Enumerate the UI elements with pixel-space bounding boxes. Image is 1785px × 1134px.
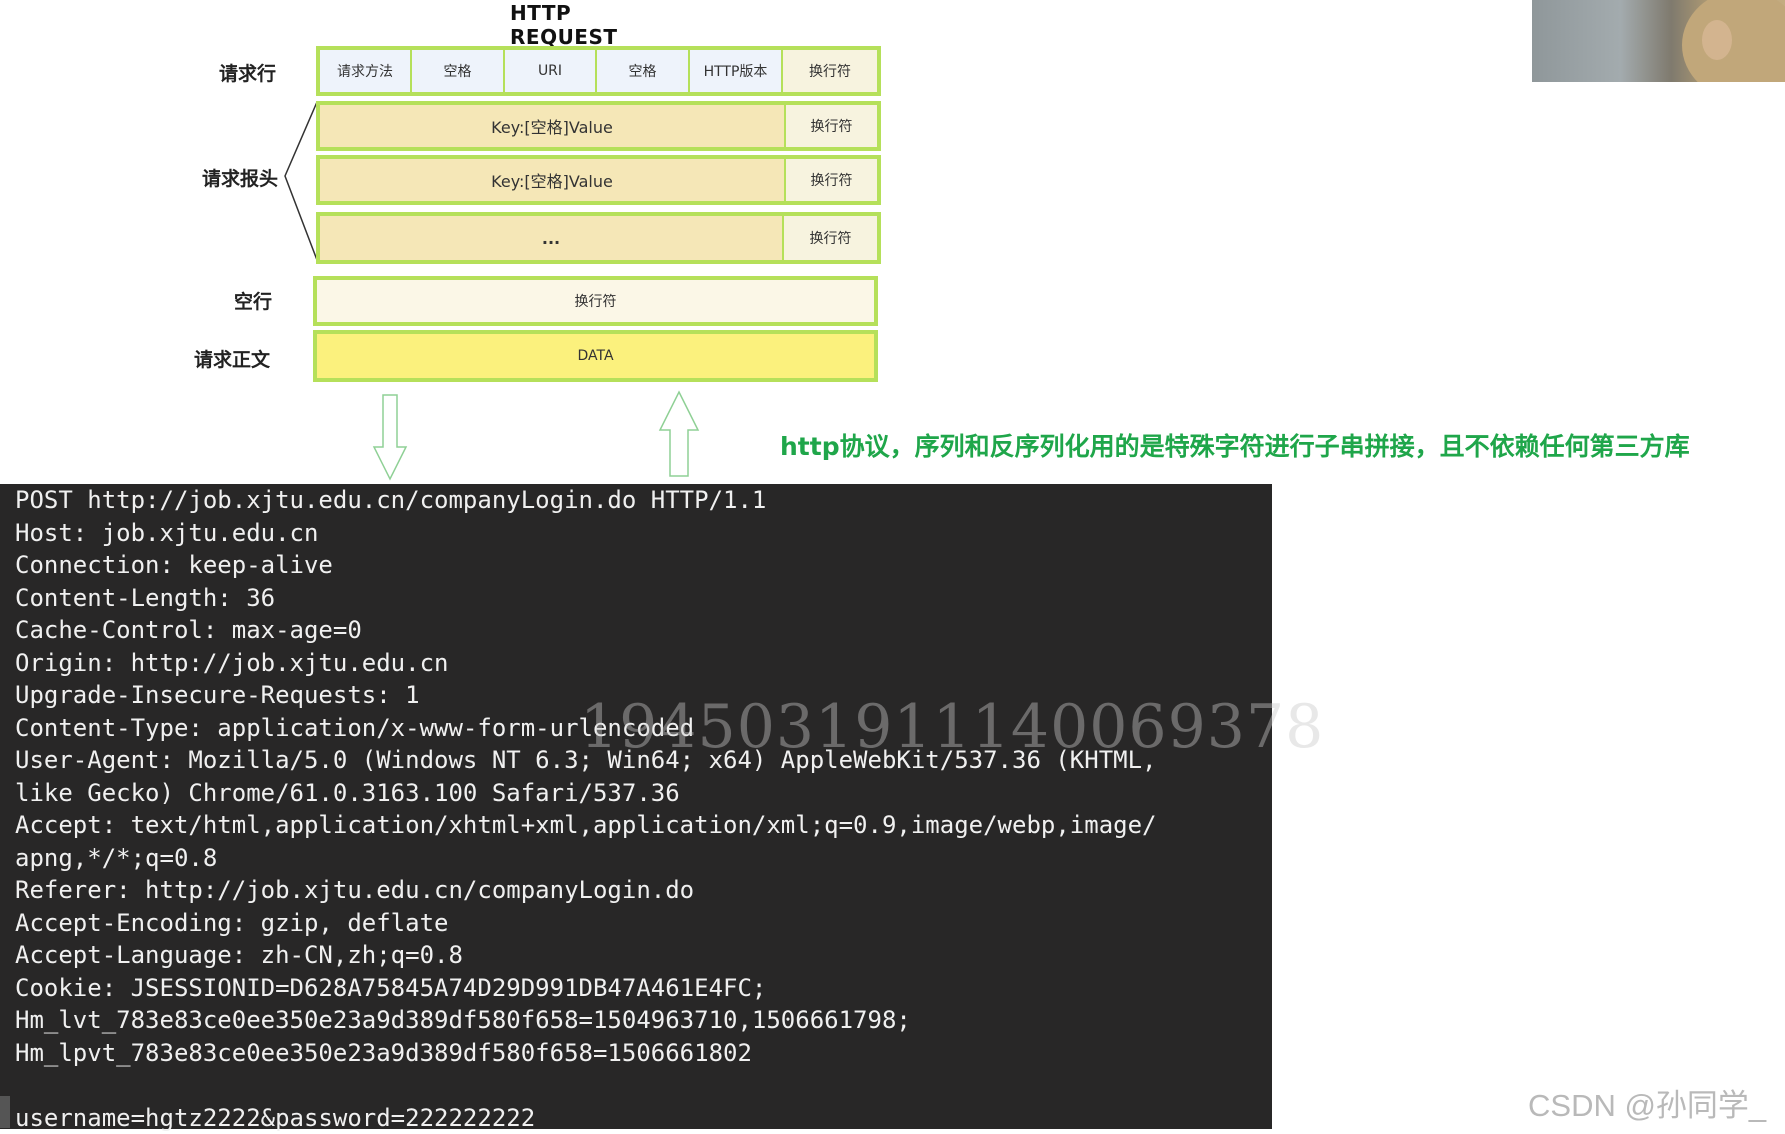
overlay-number-watermark: 19450319111400693​78 [580,692,1325,762]
header-key-value: Key:[空格]Value [320,159,784,201]
terminal-line: apng,*/*;q=0.8 [15,843,218,872]
cell-space-2: 空格 [597,50,688,92]
terminal-line: Accept-Language: zh-CN,zh;q=0.8 [15,941,463,969]
headers-bracket [284,101,318,261]
diagram-title: HTTP REQUEST [510,1,618,49]
label-request-headers: 请求报头 [201,167,278,190]
terminal-line: Cookie: JSESSIONID=D628A75845A74D29D991D… [15,973,767,1002]
blank-line-cell: 换行符 [317,280,874,322]
cell-space-1: 空格 [412,50,503,92]
terminal-line: POST http://job.xjtu.edu.cn/companyLogin… [15,486,767,514]
header-row-2: Key:[空格]Value 换行符 [316,155,881,205]
terminal-line: Hm_lpvt_783e83ce0ee350e23a9d389df580f658… [15,1038,752,1067]
terminal-line: Accept: text/html,application/xhtml+xml,… [15,811,1157,839]
webcam-thumbnail [1532,0,1785,82]
header-line-break: 换行符 [786,105,877,147]
terminal-line: like Gecko) Chrome/61.0.3163.100 Safari/… [15,778,680,807]
terminal-gutter-marker [0,1096,10,1128]
terminal-body-line: username=hgtz2222&password=222222222 [15,1103,536,1132]
header-line-break: 换行符 [786,159,877,201]
header-ellipsis: ... [320,216,782,260]
terminal-line: Upgrade-Insecure-Requests: 1 [15,681,420,709]
down-arrow-icon [372,394,408,481]
blank-line-row: 换行符 [313,276,878,326]
header-key-value: Key:[空格]Value [320,105,784,147]
request-line-row: 请求方法 空格 URI 空格 HTTP版本 换行符 [316,46,881,96]
csdn-watermark: CSDN @孙同学_ [1528,1088,1767,1123]
terminal-line: Accept-Encoding: gzip, deflate [15,908,449,937]
up-arrow-icon [658,390,700,477]
terminal-line: Content-Length: 36 [15,583,276,612]
label-blank-line: 空行 [233,290,272,313]
terminal-line: Hm_lvt_783e83ce0ee350e23a9d389df580f658=… [15,1006,911,1034]
terminal-line: Origin: http://job.xjtu.edu.cn [15,648,449,677]
cell-uri: URI [505,50,595,92]
label-request-line: 请求行 [218,62,276,85]
header-line-break: 换行符 [784,216,877,260]
body-row: DATA [313,330,878,382]
terminal-line: Referer: http://job.xjtu.edu.cn/companyL… [15,876,695,904]
body-data-cell: DATA [317,334,874,378]
header-row-3: ... 换行符 [316,212,881,264]
cell-request-method: 请求方法 [320,50,410,92]
header-row-1: Key:[空格]Value 换行符 [316,101,881,151]
cell-line-break: 换行符 [783,50,877,92]
annotation-text: http协议，序列和反序列化用的是特殊字符进行子串拼接，且不依赖任何第三方库 [780,432,1690,461]
terminal-line: Connection: keep-alive [15,551,333,579]
cell-http-version: HTTP版本 [690,50,781,92]
terminal-line: Cache-Control: max-age=0 [15,616,362,644]
terminal-line: Host: job.xjtu.edu.cn [15,518,319,547]
label-request-body: 请求正文 [193,348,270,371]
